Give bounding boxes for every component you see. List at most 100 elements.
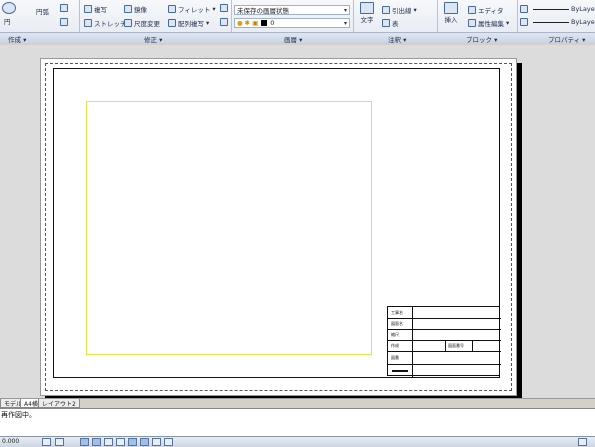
copy-button[interactable]: 複写 [84,4,107,14]
quick-properties-icon[interactable] [164,438,173,446]
edit-attribute-button[interactable]: 属性編集 ▾ [468,18,509,28]
array-button[interactable]: 配列複写 ▾ [168,18,209,28]
text-button[interactable]: 文字 [360,2,374,24]
layout-toggle-icon[interactable] [578,438,587,446]
table-button[interactable]: 表 [382,18,399,28]
text-label: 文字 [360,16,374,24]
panel-title-layers[interactable]: 画層 ▾ [284,34,302,44]
panel-title-block[interactable]: ブロック ▾ [466,34,497,44]
linetype-line [533,8,569,10]
table-label: 表 [392,20,399,28]
insert-icon [444,2,458,14]
scale-icon [124,19,132,27]
copy-label: 複写 [94,6,107,14]
drawing-frame: 工事名 図面名 縮尺 作成 図面番号 図番 [53,68,501,378]
lineweight-combo[interactable]: ByLayer [533,18,595,26]
panel-title-properties[interactable]: プロパティ ▾ [548,34,585,44]
panel-title-draw[interactable]: 作成 ▾ [8,34,26,44]
title-block-label: 図面番号 [448,343,464,348]
array-label: 配列複写 [178,20,204,28]
table-icon [382,19,390,27]
current-layer-combo[interactable]: ● ✱ ▣ 0 ▾ [234,18,350,28]
fillet-dropdown-icon[interactable]: ▾ [212,5,215,13]
title-block-column [445,340,446,351]
edit-attribute-dropdown-icon[interactable]: ▾ [506,19,509,27]
lock-icon: ▣ [252,19,259,27]
sun-icon: ✱ [244,19,251,27]
current-layer-value: 0 [270,19,275,27]
explode-icon [220,4,228,12]
layout-viewport[interactable] [86,101,372,355]
layout-tabs: モデル A4横 レイアウト2 [0,398,595,408]
properties-icon [520,5,528,13]
lineweight-toggle-icon[interactable] [152,438,161,446]
title-block-label: 縮尺 [391,332,399,337]
erase-button[interactable] [220,18,228,26]
panel-title-bar: 作成 ▾ 修正 ▾ 画層 ▾ 注釈 ▾ ブロック ▾ プロパティ ▾ [0,32,595,44]
explode-button[interactable] [220,4,228,12]
mirror-button[interactable]: 鏡像 [124,4,147,14]
mirror-icon [124,5,132,13]
fillet-button[interactable]: フィレット ▾ [168,4,216,14]
leader-button[interactable]: 引出線 ▾ [382,5,417,15]
coordinate-readout: 0.000 [2,438,20,445]
panel-title-modify[interactable]: 修正 ▾ [144,34,162,44]
leader-icon [382,6,390,14]
title-block-divider [388,351,501,352]
arc-label: 円弧 [36,8,49,16]
panel-title-annotation[interactable]: 注釈 ▾ [388,34,406,44]
circle-button[interactable] [2,2,16,14]
draw-tool-1-button[interactable] [60,4,68,12]
command-history-line: 再作図中。 [1,411,36,419]
object-snap-icon[interactable] [104,438,113,446]
dynamic-ucs-icon[interactable] [128,438,137,446]
chevron-down-icon: ▾ [343,6,347,14]
tab-layout2[interactable]: レイアウト2 [38,399,80,408]
dynamic-input-icon[interactable] [140,438,149,446]
polar-tracking-icon[interactable] [92,438,101,446]
match-properties-button[interactable] [520,5,528,13]
ortho-mode-icon[interactable] [80,438,89,446]
fillet-icon [168,5,176,13]
snap-mode-icon[interactable] [42,438,51,446]
arc-button[interactable]: 円弧 [36,6,49,16]
scale-button[interactable]: 尺度変更 [124,18,160,28]
title-block[interactable]: 工事名 図面名 縮尺 作成 図面番号 図番 [387,306,501,377]
array-dropdown-icon[interactable]: ▾ [206,19,209,27]
fillet-label: フィレット [178,6,211,14]
circle-label-button[interactable]: 円 [4,16,11,26]
title-block-label: 図面名 [391,321,403,326]
block-editor-label: エディタ [478,7,504,15]
text-icon [360,2,374,14]
block-editor-button[interactable]: エディタ [468,5,504,15]
draw-tool-2-button[interactable] [60,18,68,26]
stretch-button[interactable]: ストレッチ [84,18,127,28]
edit-attribute-label: 属性編集 [478,20,504,28]
drawing-canvas[interactable]: 工事名 図面名 縮尺 作成 図面番号 図番 [0,45,595,401]
object-snap-tracking-icon[interactable] [116,438,125,446]
lineweight-icon-button[interactable] [520,18,528,26]
edit-attribute-icon [468,19,476,27]
insert-button[interactable]: 挿入 [444,2,458,24]
linetype-combo[interactable]: ByLayer [533,5,595,13]
title-block-label: 図番 [391,355,399,360]
leader-dropdown-icon[interactable]: ▾ [414,6,417,14]
circle-icon [2,2,16,14]
copy-icon [84,5,92,13]
stretch-icon [84,19,92,27]
title-block-label: 作成 [391,343,399,348]
title-block-divider [388,364,501,365]
circle-label: 円 [4,18,11,26]
layer-state-combo[interactable]: 未保存の画層状態 ▾ [234,5,350,15]
lightbulb-icon: ● [237,19,243,27]
lineweight-icon [520,18,528,26]
command-line[interactable]: 再作図中。 [0,408,595,436]
title-block-divider [388,318,501,319]
status-bar: 0.000 [0,436,595,447]
grid-display-icon[interactable] [55,438,64,446]
layout-paper[interactable]: 工事名 図面名 縮尺 作成 図面番号 図番 [40,58,517,396]
scale-label: 尺度変更 [134,20,160,28]
erase-icon [220,18,228,26]
title-block-label: 工事名 [391,310,403,315]
chevron-down-icon: ▾ [343,19,347,27]
